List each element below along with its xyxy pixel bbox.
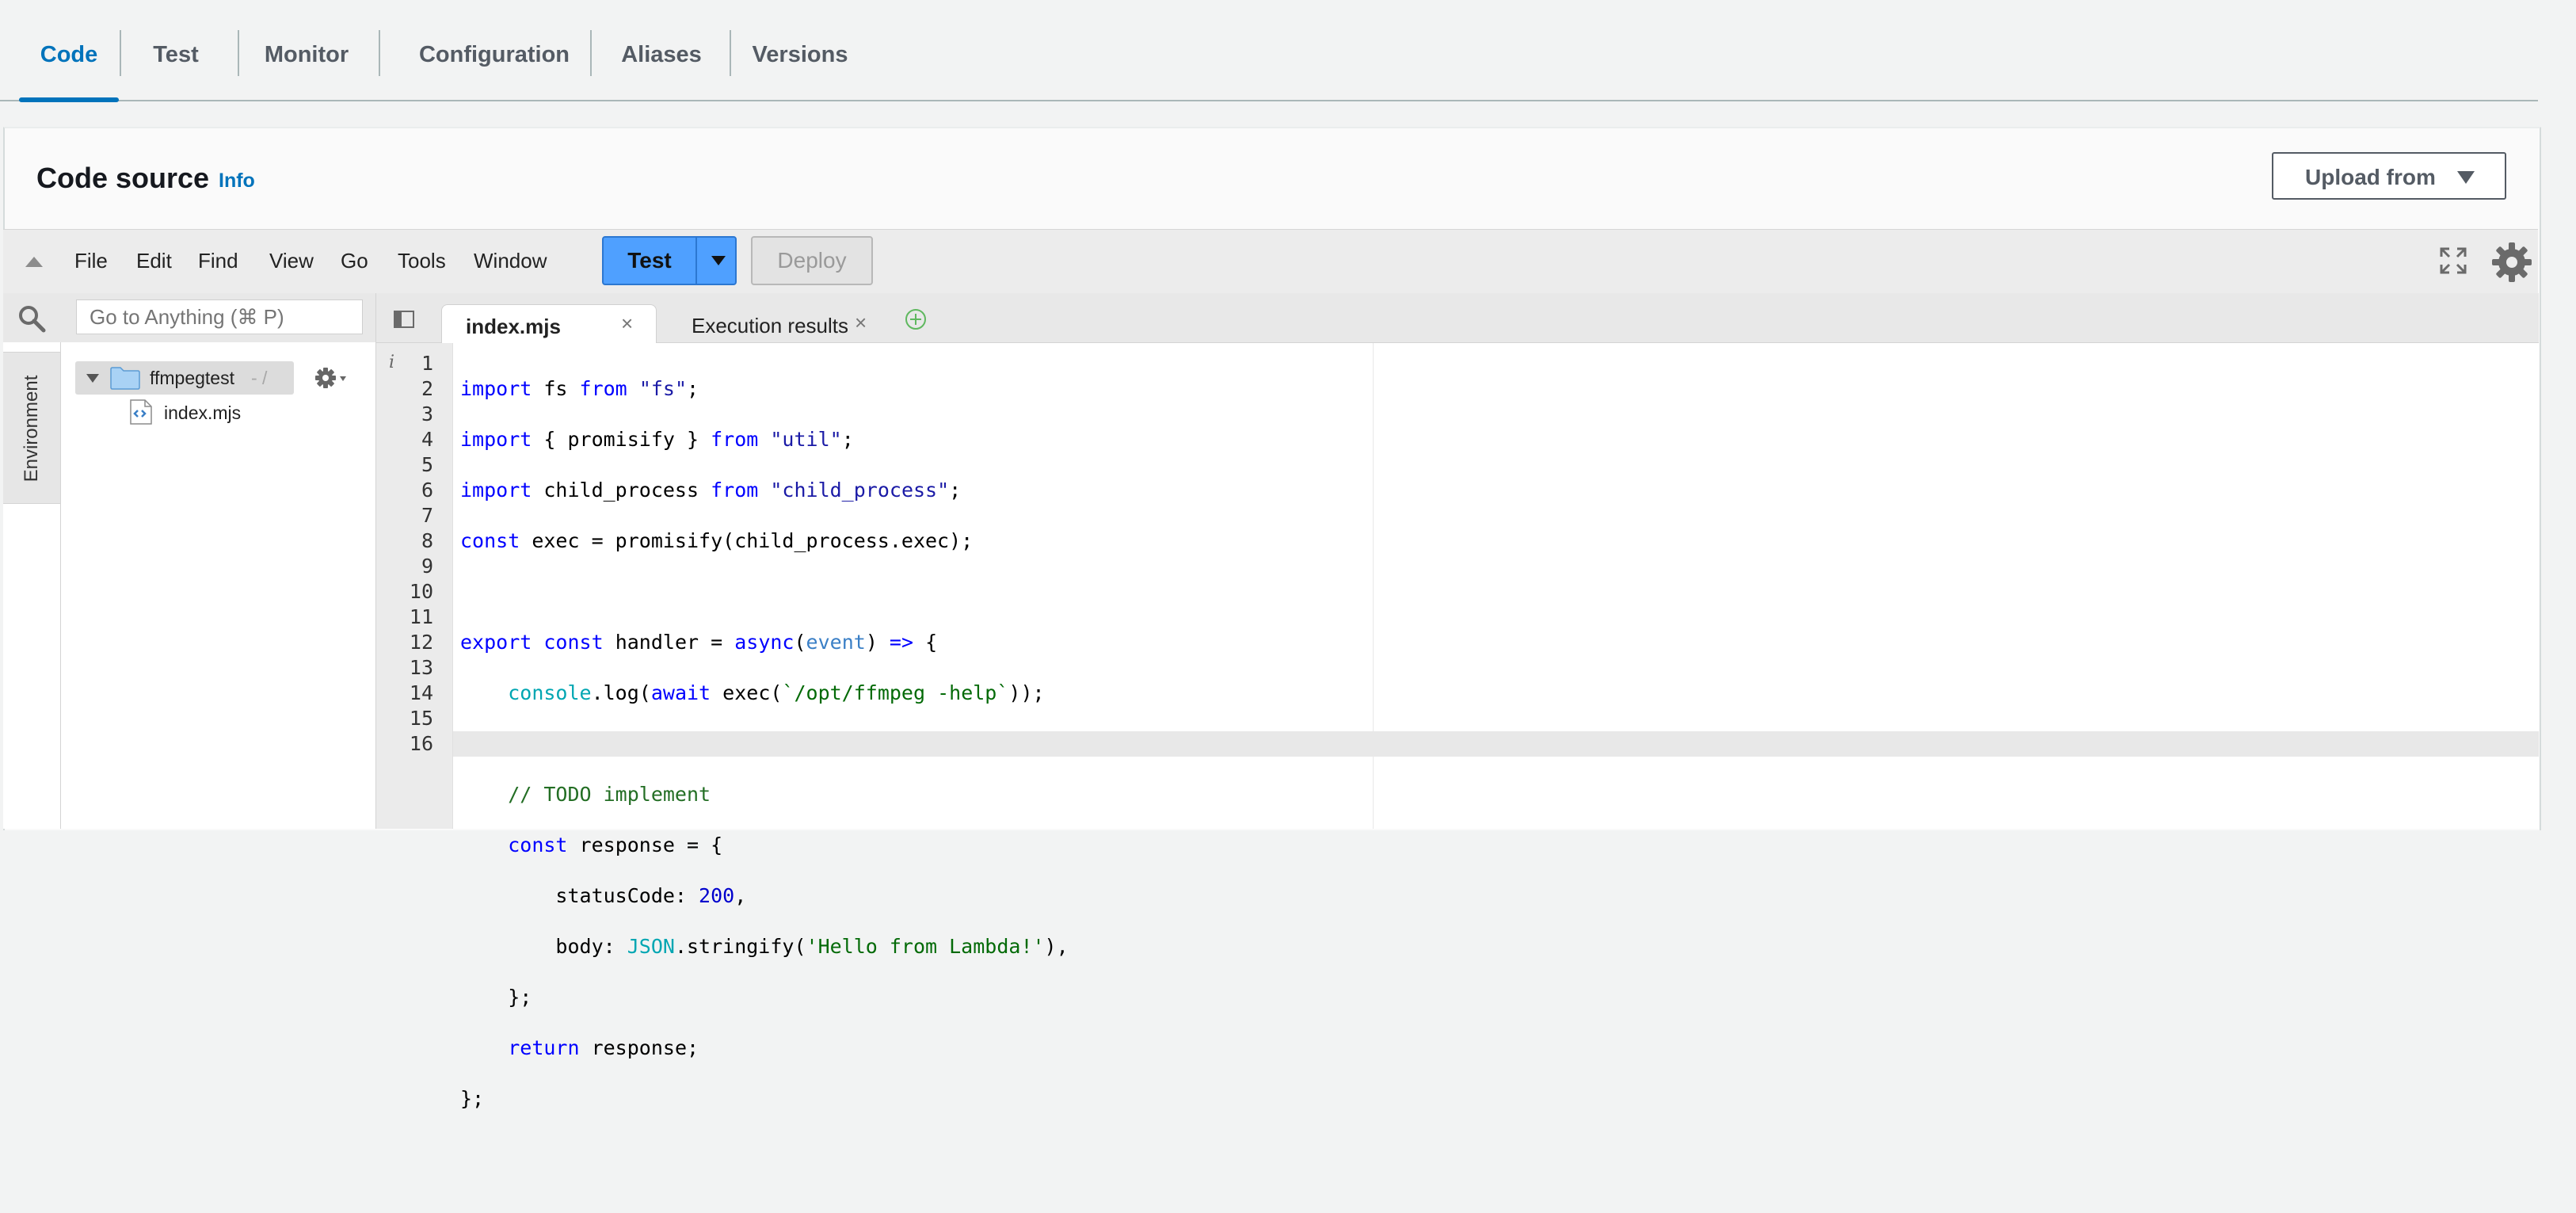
panel-title: Code source	[36, 162, 210, 194]
environment-label: Environment	[21, 375, 42, 483]
menu-file[interactable]: File	[74, 249, 108, 273]
sidebar-search-bar	[3, 293, 375, 342]
settings-gear-icon[interactable]	[2490, 241, 2533, 284]
test-dropdown-icon[interactable]	[711, 256, 726, 265]
tab-code[interactable]: Code	[19, 0, 119, 102]
collapse-arrow-icon[interactable]	[25, 257, 43, 267]
code-line: import child_process from "child_process…	[460, 479, 962, 502]
file-name: index.mjs	[164, 402, 242, 423]
tab-divider	[379, 30, 380, 76]
line-number: 2	[421, 377, 433, 400]
line-number: 11	[409, 605, 433, 628]
code-line: import { promisify } from "util";	[460, 428, 854, 451]
line-number: 4	[421, 428, 433, 451]
menu-find[interactable]: Find	[198, 249, 238, 273]
line-numbers: 1 2 3 4 5 6 7 8 9 10 11 12 13 14 15 16	[376, 351, 433, 757]
expand-triangle-icon[interactable]	[86, 374, 99, 383]
js-file-icon	[130, 399, 152, 425]
search-icon[interactable]	[17, 304, 46, 333]
line-number: 16	[409, 732, 433, 755]
add-tab-icon[interactable]	[904, 307, 928, 331]
code-line: // TODO implement	[508, 783, 711, 806]
environment-tab[interactable]: Environment	[3, 352, 60, 504]
tree-settings-gear-icon[interactable]	[314, 361, 348, 395]
code-line: };	[460, 986, 532, 1009]
deploy-button[interactable]: Deploy	[751, 236, 873, 285]
go-to-anything-input[interactable]	[76, 299, 363, 334]
info-link[interactable]: Info	[219, 170, 255, 193]
tab-test[interactable]: Test	[136, 0, 215, 100]
code-line: const exec = promisify(child_process.exe…	[460, 529, 974, 552]
line-number: 1	[421, 352, 433, 375]
tree-root-folder[interactable]: ffmpegtest - /	[75, 361, 294, 395]
navigate-files-icon[interactable]	[394, 311, 414, 328]
line-number: 3	[421, 402, 433, 425]
caret-down-icon	[2457, 171, 2475, 184]
menu-window[interactable]: Window	[474, 249, 547, 273]
tab-divider	[590, 30, 592, 76]
editor-tab-label: Execution results	[692, 314, 848, 338]
tab-divider	[730, 30, 731, 76]
line-number: 14	[409, 681, 433, 704]
fullscreen-icon[interactable]	[2440, 247, 2467, 274]
code-line: return response;	[508, 1036, 699, 1059]
code-line: statusCode: 200,	[460, 884, 747, 907]
root-folder-name: ffmpegtest	[150, 368, 234, 388]
tab-aliases[interactable]: Aliases	[610, 0, 713, 100]
test-button-divider	[695, 238, 697, 284]
menu-tools[interactable]: Tools	[398, 249, 446, 273]
tab-divider	[238, 30, 239, 76]
editor-tab-execution-results[interactable]: Execution results ×	[668, 304, 886, 342]
editor-tab-bar: index.mjs × Execution results ×	[375, 293, 2539, 343]
line-number: 12	[409, 631, 433, 654]
code-line: const response = {	[508, 833, 723, 856]
code-line: console.log(await exec(`/opt/ffmpeg -hel…	[508, 681, 1045, 704]
environment-strip: Environment	[3, 342, 61, 829]
root-folder-path: - /	[251, 368, 268, 388]
test-button-label: Test	[627, 248, 672, 273]
code-line: import fs from "fs";	[460, 377, 699, 400]
line-number: 7	[421, 504, 433, 527]
file-tree: ffmpegtest - / index.mjs	[61, 342, 375, 829]
close-tab-icon[interactable]: ×	[855, 311, 867, 335]
code-line: export const handler = async(event) => {	[460, 631, 938, 654]
upload-from-button[interactable]: Upload from	[2272, 152, 2506, 200]
line-number: 8	[421, 529, 433, 552]
line-number: 13	[409, 656, 433, 679]
code-editor[interactable]: i 1 2 3 4 5 6 7 8 9 10 11 12 13 14 15 16…	[375, 343, 2539, 1110]
line-number: 5	[421, 453, 433, 476]
editor-tab-index-mjs[interactable]: index.mjs ×	[441, 304, 657, 343]
code-content[interactable]: import fs from "fs"; import { promisify …	[460, 351, 1069, 1213]
ide-menubar: File Edit Find View Go Tools Window Test…	[3, 229, 2538, 294]
tab-monitor[interactable]: Monitor	[255, 0, 358, 100]
tab-configuration[interactable]: Configuration	[399, 0, 589, 100]
line-number: 6	[421, 479, 433, 502]
tab-divider	[120, 30, 121, 76]
function-tabs: Code Test Monitor Configuration Aliases …	[0, 0, 2538, 102]
code-line: body: JSON.stringify('Hello from Lambda!…	[460, 935, 1069, 958]
line-number: 15	[409, 707, 433, 730]
code-line: };	[460, 1087, 485, 1110]
editor-gutter: i 1 2 3 4 5 6 7 8 9 10 11 12 13 14 15 16	[376, 343, 453, 829]
close-tab-icon[interactable]: ×	[621, 311, 633, 336]
editor-tab-label: index.mjs	[466, 315, 561, 338]
print-margin	[1373, 343, 1374, 829]
menu-view[interactable]: View	[269, 249, 314, 273]
folder-icon	[110, 367, 140, 390]
upload-from-label: Upload from	[2305, 165, 2436, 189]
tab-versions[interactable]: Versions	[748, 0, 852, 100]
menu-go[interactable]: Go	[341, 249, 368, 273]
menu-edit[interactable]: Edit	[136, 249, 172, 273]
line-number: 10	[409, 580, 433, 603]
line-number: 9	[421, 555, 433, 578]
test-button[interactable]: Test	[602, 236, 737, 285]
